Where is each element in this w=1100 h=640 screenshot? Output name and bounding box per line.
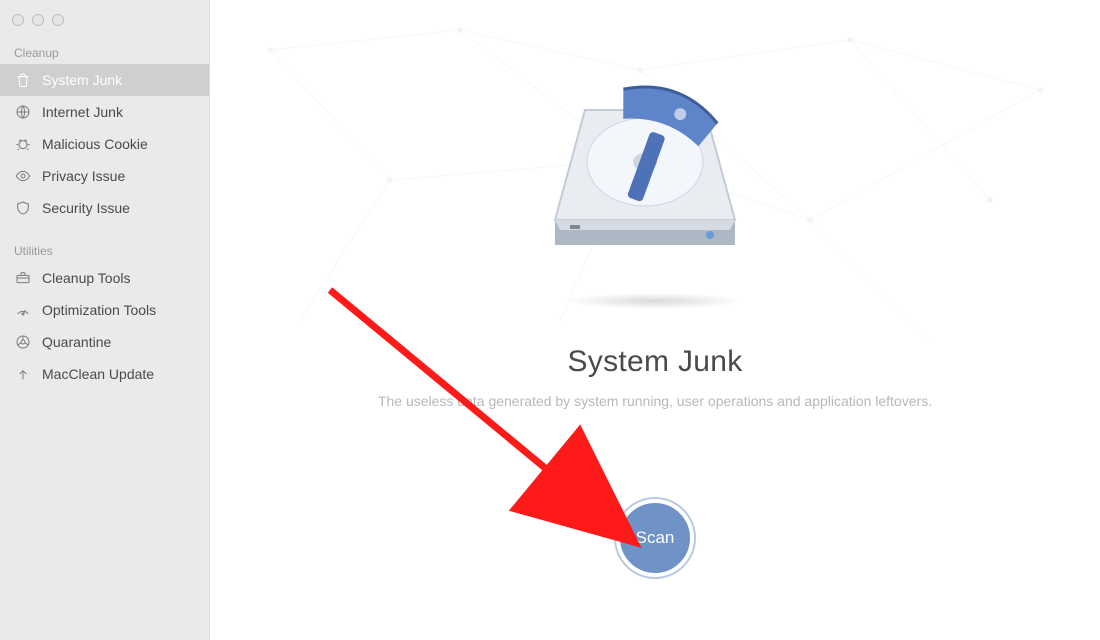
sidebar-item-label: Cleanup Tools <box>42 270 130 286</box>
sidebar-item-label: System Junk <box>42 72 122 88</box>
sidebar-item-malicious-cookie[interactable]: Malicious Cookie <box>0 128 209 160</box>
harddrive-brush-icon <box>535 70 775 280</box>
scan-button[interactable]: Scan <box>616 499 694 577</box>
sidebar-item-label: Optimization Tools <box>42 302 156 318</box>
shield-icon <box>14 199 32 217</box>
maximize-window-button[interactable] <box>52 14 64 26</box>
sidebar-item-label: Quarantine <box>42 334 111 350</box>
hero-illustration <box>535 70 775 309</box>
sidebar-item-optimization-tools[interactable]: Optimization Tools <box>0 294 209 326</box>
sidebar-section-cleanup: Cleanup <box>0 40 209 64</box>
sidebar-section-utilities: Utilities <box>0 238 209 262</box>
eye-icon <box>14 167 32 185</box>
app-window: Cleanup System Junk Internet Junk Malici… <box>0 0 1100 640</box>
toolbox-icon <box>14 269 32 287</box>
update-arrow-icon <box>14 365 32 383</box>
sidebar-item-privacy-issue[interactable]: Privacy Issue <box>0 160 209 192</box>
sidebar-item-label: Security Issue <box>42 200 130 216</box>
main-panel: System Junk The useless data generated b… <box>210 0 1100 640</box>
quarantine-icon <box>14 333 32 351</box>
sidebar-item-label: Privacy Issue <box>42 168 125 184</box>
trash-icon <box>14 71 32 89</box>
bug-icon <box>14 135 32 153</box>
sidebar-item-system-junk[interactable]: System Junk <box>0 64 209 96</box>
close-window-button[interactable] <box>12 14 24 26</box>
sidebar-item-macclean-update[interactable]: MacClean Update <box>0 358 209 390</box>
sidebar-item-label: MacClean Update <box>42 366 154 382</box>
page-subtitle: The useless data generated by system run… <box>378 393 932 409</box>
gauge-icon <box>14 301 32 319</box>
globe-icon <box>14 103 32 121</box>
minimize-window-button[interactable] <box>32 14 44 26</box>
sidebar-item-security-issue[interactable]: Security Issue <box>0 192 209 224</box>
sidebar-item-label: Internet Junk <box>42 104 123 120</box>
sidebar-item-cleanup-tools[interactable]: Cleanup Tools <box>0 262 209 294</box>
window-controls <box>0 6 209 40</box>
illustration-shadow <box>565 293 745 309</box>
scan-button-label: Scan <box>636 528 675 548</box>
sidebar-item-quarantine[interactable]: Quarantine <box>0 326 209 358</box>
sidebar-item-label: Malicious Cookie <box>42 136 148 152</box>
sidebar-item-internet-junk[interactable]: Internet Junk <box>0 96 209 128</box>
sidebar: Cleanup System Junk Internet Junk Malici… <box>0 0 210 640</box>
page-title: System Junk <box>567 345 742 379</box>
annotation-arrow <box>320 280 670 560</box>
